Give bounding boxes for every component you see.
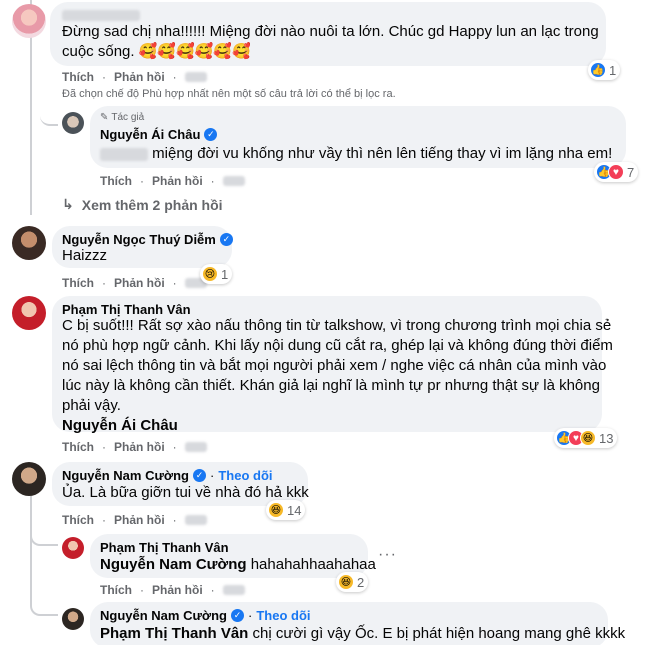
reply-text: miệng đời vu khống như vầy thì nên lên t… [152, 145, 613, 162]
tagged-user-redacted[interactable] [100, 147, 148, 161]
reply-button[interactable]: Phản hồi [114, 70, 165, 84]
haha-reaction-icon: 😆 [580, 430, 596, 446]
comment-bubble: Đừng sad chị nha!!!!!! Miệng đời nào nuô… [50, 2, 606, 66]
reply-text: chị cười gì vậy Ốc. E bị phát hiện hoang… [252, 625, 626, 642]
avatar[interactable] [12, 226, 46, 260]
comment-author[interactable]: Nguyễn Nam Cường [62, 468, 189, 483]
reaction-count: 14 [287, 502, 302, 518]
love-reaction-icon: ♥ [608, 164, 624, 180]
timestamp-redacted [184, 515, 207, 525]
reaction-summary[interactable]: 😆 2 [336, 572, 369, 592]
follow-button[interactable]: Theo dõi [256, 608, 310, 623]
reaction-count: 1 [609, 62, 617, 78]
comment-text: Đừng sad chị nha!!!!!! Miệng đời nào nuô… [62, 23, 599, 40]
reaction-summary[interactable]: 😢 1 [200, 264, 233, 284]
reply-button[interactable]: Phản hồi [152, 174, 203, 188]
reply-arrow-icon: ↳ [62, 196, 74, 212]
comment-text: Haizzz [62, 247, 108, 264]
tagged-user[interactable]: Nguyễn Nam Cường [100, 556, 247, 573]
sad-reaction-icon: 😢 [202, 266, 218, 282]
verified-badge-icon: ✓ [193, 469, 206, 482]
reaction-count: 1 [221, 266, 229, 282]
author-badge: ✎ Tác giả [100, 112, 145, 123]
like-reaction-icon: 👍 [590, 62, 606, 78]
comment-text-line: phải vậy. [62, 397, 121, 414]
comment-text-line: nó phù hợp ngữ cảnh. Khi lấy nội dung cũ… [62, 337, 613, 354]
reaction-summary[interactable]: 👍 ♥ 😆 13 [554, 428, 618, 448]
avatar[interactable] [12, 4, 46, 38]
reaction-count: 7 [627, 164, 635, 180]
thread-curve [30, 598, 58, 616]
thread-curve [30, 532, 58, 546]
comment-text-line: nó sai lệch thông tin và bắt mọi người p… [62, 357, 607, 374]
reply-author[interactable]: Phạm Thị Thanh Vân [100, 540, 229, 555]
avatar[interactable] [62, 537, 84, 559]
verified-badge-icon: ✓ [219, 233, 233, 246]
like-button[interactable]: Thích [100, 583, 132, 597]
reply-bubble: Nguyễn Nam Cường ✓ · Theo dõi Phạm Thị T… [90, 602, 625, 645]
filter-notice: Đã chọn chế độ Phù hợp nhất nên một số c… [62, 88, 396, 100]
avatar[interactable] [62, 112, 84, 134]
comment-text-line: C bị suốt!!! Rất sợ xào nấu thông tin từ… [62, 317, 612, 334]
tagged-user[interactable]: Nguyễn Ái Châu [62, 416, 597, 436]
reply-button[interactable]: Phản hồi [114, 513, 165, 527]
timestamp-redacted [184, 442, 207, 452]
reaction-summary[interactable]: 👍 1 [588, 60, 621, 80]
reaction-count: 2 [357, 574, 365, 590]
avatar[interactable] [12, 296, 46, 330]
timestamp-redacted [184, 72, 207, 82]
reply-author[interactable]: Nguyễn Nam Cường [100, 608, 227, 623]
reply-author[interactable]: Nguyễn Ái Châu [100, 127, 200, 142]
reaction-summary[interactable]: 👍 ♥ 7 [594, 162, 639, 182]
like-button[interactable]: Thích [62, 513, 94, 527]
like-button[interactable]: Thích [62, 276, 94, 290]
haha-reaction-icon: 😆 [268, 502, 284, 518]
haha-reaction-icon: 😆 [338, 574, 354, 590]
tagged-user[interactable]: Phạm Thị Thanh Vân [100, 625, 248, 642]
see-more-replies-link[interactable]: ↳ Xem thêm 2 phản hồi [62, 196, 223, 213]
timestamp-redacted [222, 585, 245, 595]
pen-icon: ✎ [100, 112, 109, 123]
reaction-count: 13 [599, 430, 614, 446]
like-button[interactable]: Thích [62, 70, 94, 84]
comment-bubble: Phạm Thị Thanh Vân C bị suốt!!! Rất sợ x… [52, 296, 613, 434]
reply-button[interactable]: Phản hồi [152, 583, 203, 597]
comment-bubble: Nguyễn Nam Cường ✓ · Theo dõi Ủa. Là bữa… [52, 462, 309, 506]
verified-badge-icon: ✓ [204, 128, 218, 141]
comment-author[interactable]: Phạm Thị Thanh Vân [62, 302, 191, 317]
avatar[interactable] [12, 462, 46, 496]
verified-badge-icon: ✓ [231, 609, 244, 622]
follow-button[interactable]: Theo dõi [218, 468, 272, 483]
avatar[interactable] [62, 608, 84, 630]
reply-text: hahahahhaahahaa [250, 556, 376, 573]
more-options-icon[interactable]: ··· [378, 546, 397, 564]
reply-bubble: Phạm Thị Thanh Vân Nguyễn Nam Cường haha… [90, 534, 376, 578]
reply-bubble: ✎ Tác giả Nguyễn Ái Châu ✓ miệng đời vu … [90, 106, 626, 168]
comment-author[interactable]: Nguyễn Ngọc Thuý Diễm [62, 232, 216, 247]
comment-text-line: lúc này là không cần thiết. Khán giả lại… [62, 377, 600, 394]
comment-bubble: Nguyễn Ngọc Thuý Diễm ✓ Haizzz [52, 226, 233, 268]
comment-text: cuộc sống. 🥰🥰🥰🥰🥰🥰 [62, 43, 251, 60]
thread-curve [40, 110, 58, 126]
timestamp-redacted [222, 176, 245, 186]
like-button[interactable]: Thích [100, 174, 132, 188]
reaction-summary[interactable]: 😆 14 [266, 500, 306, 520]
reply-button[interactable]: Phản hồi [114, 276, 165, 290]
reply-button[interactable]: Phản hồi [114, 440, 165, 454]
like-button[interactable]: Thích [62, 440, 94, 454]
